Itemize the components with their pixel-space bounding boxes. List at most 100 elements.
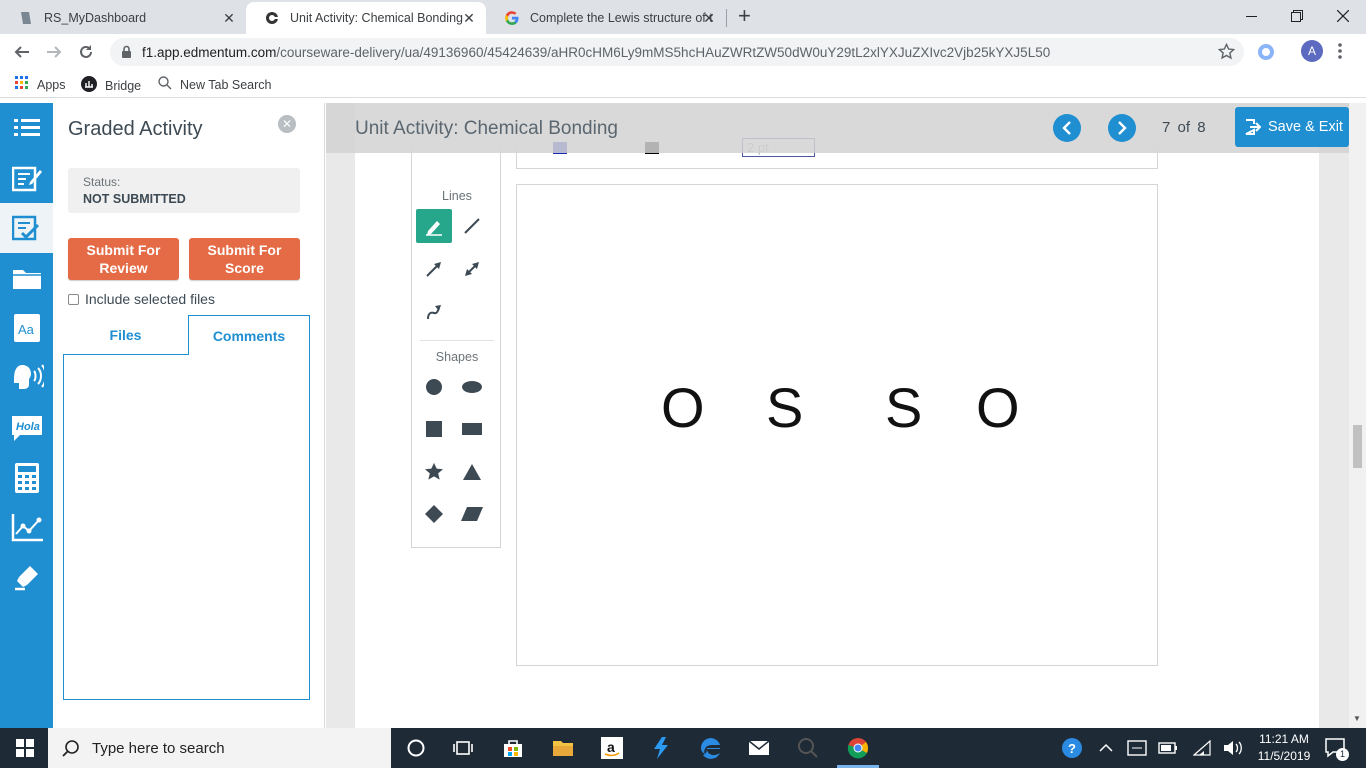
close-tab-icon[interactable]: ✕ (462, 11, 476, 25)
translation-hola-icon[interactable]: Hola (0, 403, 53, 453)
tab-title: Complete the Lewis structure of t (530, 11, 713, 25)
edmentum-favicon-icon (264, 10, 280, 26)
cortana-icon[interactable] (404, 736, 428, 760)
triangle-tool[interactable] (454, 455, 490, 489)
atom-oxygen-right[interactable]: O (976, 378, 1020, 438)
close-panel-icon[interactable]: ✕ (278, 115, 296, 133)
arrow-tool[interactable] (416, 252, 452, 286)
taskbar-clock[interactable]: 11:21 AM 11/5/2019 (1254, 731, 1314, 765)
circle-tool[interactable] (416, 370, 452, 404)
chevron-left-icon (1062, 121, 1071, 135)
panel-title: Graded Activity (68, 118, 203, 140)
scroll-thumb[interactable] (1353, 425, 1362, 468)
comments-area[interactable] (63, 354, 310, 700)
atom-sulfur-right[interactable]: S (885, 378, 922, 438)
drawing-canvas[interactable]: O S S O (516, 184, 1158, 666)
close-tab-icon[interactable]: ✕ (222, 11, 236, 25)
save-exit-label: Save & Exit (1268, 119, 1343, 135)
page-scrollbar[interactable]: ▼ (1349, 103, 1366, 728)
text-to-speech-icon[interactable] (0, 353, 53, 403)
mail-icon[interactable] (747, 736, 771, 760)
clock-date: 11/5/2019 (1257, 749, 1311, 763)
windows-start-icon[interactable] (13, 736, 37, 760)
page-total: 8 (1197, 119, 1206, 136)
double-arrow-tool[interactable] (454, 252, 490, 286)
volume-icon[interactable] (1221, 736, 1245, 760)
dictionary-icon[interactable]: Aa (0, 303, 53, 353)
bookmark-new-tab-search[interactable]: New Tab Search (158, 76, 272, 93)
lock-icon[interactable] (121, 45, 132, 63)
close-window-icon[interactable] (1320, 0, 1366, 32)
profile-avatar[interactable]: A (1301, 40, 1323, 62)
forward-icon[interactable] (44, 42, 64, 62)
notes-icon[interactable] (0, 153, 53, 203)
amazon-icon[interactable]: a (600, 736, 624, 760)
submit-for-review-button[interactable]: Submit For Review (68, 238, 179, 280)
task-view-icon[interactable] (451, 736, 475, 760)
bookmark-star-icon[interactable] (1217, 42, 1236, 65)
menu-icon[interactable] (0, 103, 53, 153)
extension-icon[interactable] (1257, 43, 1275, 66)
rectangle-tool[interactable] (454, 412, 490, 446)
restore-icon[interactable] (1274, 0, 1320, 32)
line-tool[interactable] (454, 209, 490, 243)
battery-icon[interactable] (1156, 736, 1180, 760)
edge-icon[interactable] (699, 736, 723, 760)
store-icon[interactable] (501, 736, 525, 760)
wifi-icon[interactable] (1190, 736, 1214, 760)
browser-tab-unit-activity[interactable]: Unit Activity: Chemical Bonding ✕ (246, 2, 486, 34)
graph-icon[interactable] (0, 503, 53, 553)
help-icon[interactable]: ? (1060, 736, 1084, 760)
dashboard-favicon-icon (18, 10, 34, 26)
minimize-icon[interactable] (1228, 0, 1274, 32)
previous-page-button[interactable] (1053, 114, 1081, 142)
curved-arrow-tool[interactable] (416, 295, 452, 329)
tab-comments[interactable]: Comments (188, 315, 310, 355)
square-tool[interactable] (416, 412, 452, 446)
apps-grid-icon (15, 76, 29, 93)
atom-sulfur-left[interactable]: S (766, 378, 803, 438)
save-and-exit-button[interactable]: Save & Exit (1235, 107, 1349, 147)
exit-door-icon (1245, 119, 1261, 135)
calculator-icon[interactable] (0, 453, 53, 503)
ellipse-tool[interactable] (454, 370, 490, 404)
graded-activity-icon[interactable] (0, 203, 61, 253)
taskbar-search[interactable]: Type here to search (48, 728, 391, 768)
search-placeholder: Type here to search (92, 739, 225, 757)
atom-oxygen-left[interactable]: O (661, 378, 705, 438)
parallelogram-tool[interactable] (454, 497, 490, 531)
search-app-icon[interactable] (796, 736, 820, 760)
tab-title: Unit Activity: Chemical Bonding (290, 11, 463, 25)
reload-icon[interactable] (76, 42, 96, 62)
highlighter-icon[interactable] (0, 553, 53, 603)
address-bar[interactable]: f1.app.edmentum.com/courseware-delivery/… (110, 38, 1244, 66)
include-files-checkbox[interactable] (68, 293, 79, 305)
clock-time: 11:21 AM (1259, 732, 1309, 746)
bookmark-apps[interactable]: Apps (15, 76, 66, 93)
star-tool[interactable] (416, 455, 452, 489)
browser-tab-dashboard[interactable]: RS_MyDashboard ✕ (0, 2, 246, 34)
chrome-icon[interactable] (846, 736, 870, 760)
chevron-up-icon[interactable] (1094, 736, 1118, 760)
file-explorer-icon[interactable] (551, 736, 575, 760)
tab-files[interactable]: Files (63, 315, 188, 355)
diamond-tool[interactable] (416, 497, 452, 531)
browser-tab-lewis[interactable]: Complete the Lewis structure of t ✕ (486, 2, 726, 34)
app-bolt-icon[interactable] (649, 736, 673, 760)
submit-for-score-button[interactable]: Submit For Score (189, 238, 300, 280)
next-page-button[interactable] (1108, 114, 1136, 142)
freehand-pen-tool[interactable] (416, 209, 452, 243)
search-icon (158, 76, 172, 93)
graded-activity-panel: Graded Activity ✕ Status: NOT SUBMITTED … (53, 103, 325, 728)
new-tab-icon[interactable]: + (738, 5, 751, 27)
close-tab-icon[interactable]: ✕ (702, 11, 716, 25)
scroll-down-arrow-icon[interactable]: ▼ (1353, 714, 1361, 723)
bookmark-bridge[interactable]: Bridge (81, 76, 141, 95)
back-icon[interactable] (12, 42, 32, 62)
menu-kebab-icon[interactable] (1338, 43, 1342, 64)
folder-icon[interactable] (0, 253, 53, 303)
lines-label: Lines (442, 189, 472, 203)
bookmark-label: Apps (37, 77, 66, 92)
svg-text:Aa: Aa (18, 322, 35, 337)
tray-app-icon[interactable] (1125, 736, 1149, 760)
